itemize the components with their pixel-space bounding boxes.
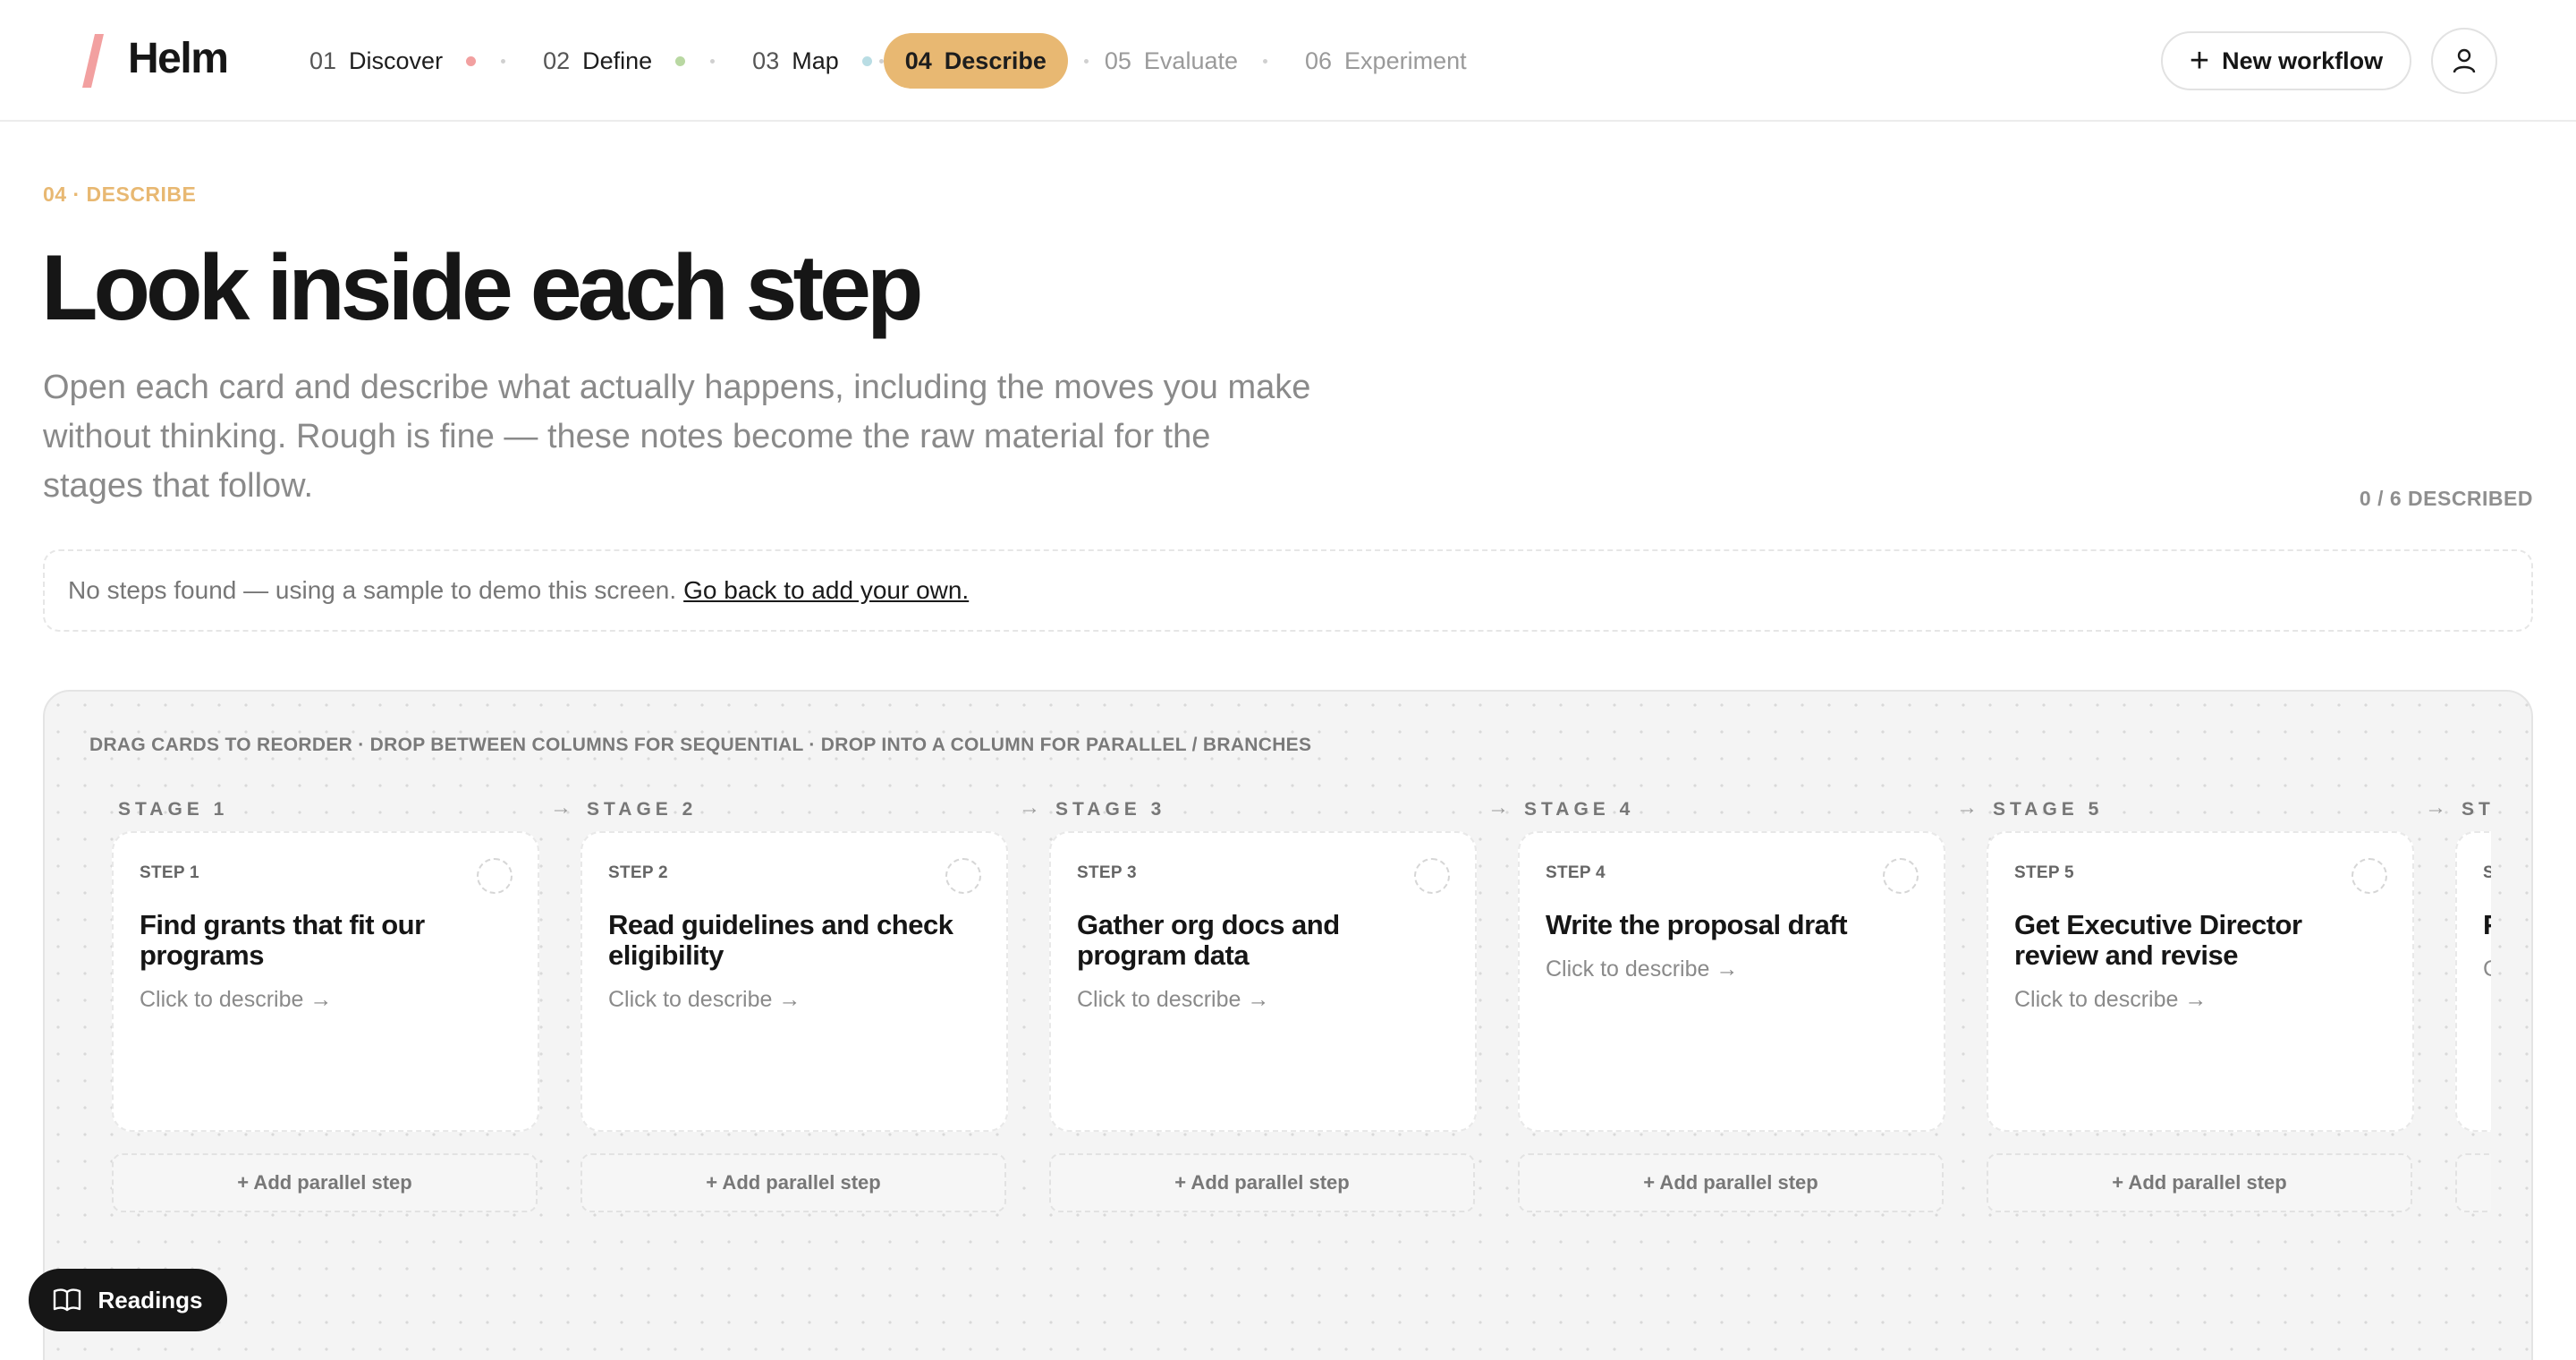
step-describe-prompt[interactable]: Click to describe → — [1077, 987, 1269, 1013]
step-number: STEP 4 — [1546, 863, 1606, 882]
stepper-step-label: Describe — [944, 47, 1046, 74]
stepper-step-label: Define — [582, 47, 653, 74]
stepper-step-number: 06 — [1305, 47, 1333, 74]
stepper-step-experiment[interactable]: 06 Experiment — [1305, 33, 1467, 89]
stage-label: STAGE 2 — [587, 799, 698, 820]
step-status-dot — [861, 55, 872, 66]
step-describe-prompt[interactable]: Click to describe → — [1546, 956, 1738, 982]
add-parallel-step-button[interactable]: + Add parallel step — [1049, 1153, 1475, 1212]
user-menu-button[interactable] — [2431, 28, 2497, 94]
step-number: STEP 3 — [1077, 863, 1137, 882]
section-eyebrow: 04 · DESCRIBE — [43, 183, 197, 206]
stepper-step-number: 05 — [1104, 47, 1131, 74]
new-workflow-button[interactable]: + New workflow — [2161, 31, 2411, 90]
step-title: Get Executive Director review and revise — [2014, 909, 2302, 971]
step-number: STEP 6 — [2483, 863, 2491, 883]
status-circle-icon[interactable] — [1883, 858, 1919, 894]
arrow-right-icon: → — [1487, 799, 1509, 820]
step-title: Gather org docs and program data — [1077, 909, 1340, 971]
add-parallel-step-button[interactable]: + Add parallel step — [580, 1153, 1006, 1212]
step-title: Find grants that fit our programs — [140, 909, 425, 971]
step-number: STEP 5 — [2014, 863, 2074, 882]
stepper-step-label: Discover — [349, 47, 444, 74]
logo-slash-icon — [82, 34, 104, 88]
stepper-separator — [1263, 58, 1267, 64]
stepper-step-number: 04 — [904, 47, 932, 74]
arrow-right-icon: → — [550, 799, 572, 820]
stepper-separator — [710, 58, 716, 64]
add-parallel-step-button[interactable]: + Add parallel step — [1518, 1153, 1944, 1212]
sample-notice: No steps found — using a sample to demo … — [43, 549, 2533, 632]
app-logo-text[interactable]: Helm — [128, 30, 229, 88]
page-subtitle: Open each card and describe what actuall… — [43, 369, 1311, 505]
status-circle-icon[interactable] — [945, 858, 981, 894]
top-bar: Helm 01 Discover 02 Define 03 Map 04 Describe 05… — [0, 0, 2576, 122]
described-counter: 0 / 6 DESCRIBED — [2359, 487, 2533, 510]
step-title: Finalize and submit — [2483, 910, 2491, 940]
step-card[interactable]: STEP 3 Gather org docs and program data Cl… — [1049, 831, 1477, 1132]
step-card[interactable]: STEP 6 Finalize and submit Click to descri… — [2455, 831, 2491, 1132]
add-parallel-step-button[interactable]: + Add parallel step — [2455, 1153, 2491, 1212]
stage-columns: STAGE 1 STEP 1 Find grants that fit our pr… — [112, 799, 2491, 1360]
user-icon — [2453, 48, 2476, 73]
step-card[interactable]: STEP 5 Get Executive Director review and … — [1987, 831, 2414, 1132]
readings-button[interactable]: Readings — [29, 1269, 227, 1331]
stepper-step-discover[interactable]: 01 Discover — [309, 33, 477, 89]
step-status-dot — [675, 55, 686, 66]
step-card[interactable]: STEP 1 Find grants that fit our programs C… — [112, 831, 539, 1132]
stepper-step-define[interactable]: 02 Define — [543, 33, 686, 89]
stepper-step-number: 03 — [752, 47, 780, 74]
arrow-right-icon: → — [1956, 799, 1978, 820]
step-describe-prompt[interactable]: Click to describe → — [2483, 956, 2491, 982]
stage-label: STAGE 5 — [1993, 799, 2104, 820]
status-circle-icon[interactable] — [2351, 858, 2387, 894]
stepper-separator — [501, 58, 506, 64]
step-title: Write the proposal draft — [1546, 909, 1848, 940]
stepper-step-describe[interactable]: 04 Describe — [883, 33, 1068, 89]
step-title: Read guidelines and check eligibility — [608, 909, 953, 971]
step-card[interactable]: STEP 2 Read guidelines and check eligibil… — [580, 831, 1008, 1132]
board-hint: DRAG CARDS TO REORDER · DROP BETWEEN COL… — [89, 735, 1312, 755]
status-circle-icon[interactable] — [477, 858, 513, 894]
readings-label: Readings — [97, 1286, 203, 1313]
stepper-step-label: Experiment — [1344, 47, 1467, 74]
stepper-step-number: 01 — [309, 47, 337, 74]
stage-board: DRAG CARDS TO REORDER · DROP BETWEEN COL… — [43, 690, 2533, 1360]
notice-text: No steps found — using a sample to demo … — [68, 576, 677, 604]
stepper-step-number: 02 — [543, 47, 571, 74]
page-title: Look inside each step — [41, 236, 924, 340]
stepper-separator — [1083, 58, 1089, 64]
step-number: STEP 2 — [608, 863, 668, 882]
stepper-step-evaluate[interactable]: 05 Evaluate — [1105, 33, 1238, 89]
add-parallel-step-button[interactable]: + Add parallel step — [112, 1153, 538, 1212]
add-parallel-step-button[interactable]: + Add parallel step — [1987, 1153, 2412, 1212]
step-card[interactable]: STEP 4 Write the proposal draft Click to d… — [1518, 831, 1945, 1132]
plus-icon: + — [2189, 42, 2210, 80]
stage-label: STAGE 3 — [1055, 799, 1166, 820]
step-describe-prompt[interactable]: Click to describe → — [2014, 987, 2207, 1013]
stage-label: STAGE 6 — [2462, 799, 2491, 820]
new-workflow-label: New workflow — [2222, 47, 2384, 74]
step-number: STEP 1 — [140, 863, 199, 882]
step-status-dot — [466, 55, 477, 66]
step-describe-prompt[interactable]: Click to describe → — [140, 987, 332, 1013]
status-circle-icon[interactable] — [1414, 858, 1450, 894]
stepper-step-map[interactable]: 03 Map — [752, 33, 872, 89]
book-icon — [54, 1288, 81, 1312]
stage-label: STAGE 1 — [118, 799, 229, 820]
stepper-step-label: Evaluate — [1143, 47, 1238, 74]
stage-label: STAGE 4 — [1524, 799, 1635, 820]
stepper-step-label: Map — [792, 47, 839, 74]
go-back-link[interactable]: Go back to add your own. — [683, 576, 969, 605]
arrow-right-icon: → — [1019, 799, 1040, 820]
workflow-stepper: 01 Discover 02 Define 03 Map 04 Describe 05 Evalu… — [309, 33, 1467, 89]
step-describe-prompt[interactable]: Click to describe → — [608, 987, 801, 1013]
arrow-right-icon: → — [2425, 799, 2446, 820]
